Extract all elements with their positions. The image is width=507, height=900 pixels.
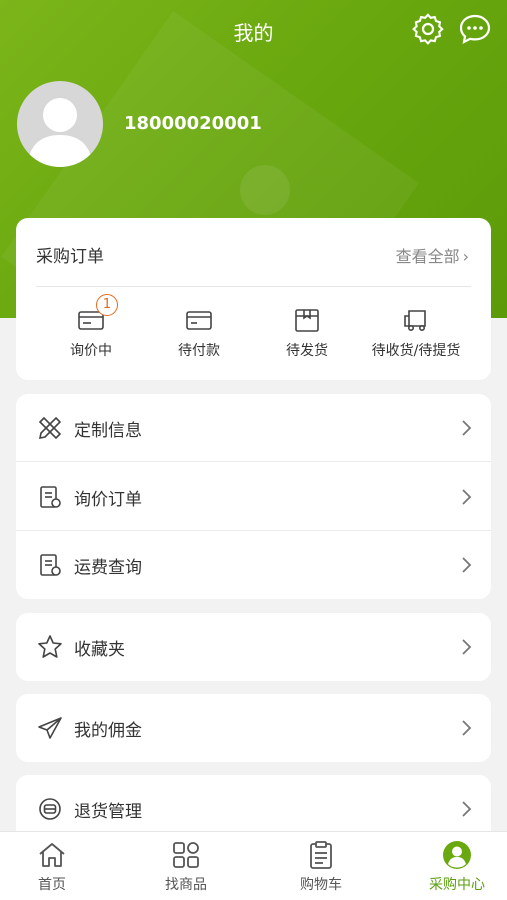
tab-label: 首页 [38,877,66,893]
orders-title: 采购订单 [36,247,104,267]
order-status-label: 待发货 [286,343,328,359]
user-circle-icon [443,841,471,869]
menu-group-commission: 我的佣金 [16,694,491,762]
notification-badge: 1 [96,294,118,316]
tab-purchase-center[interactable]: 采购中心 [394,832,507,900]
divider [36,286,471,287]
user-phone: 18000020001 [124,113,262,134]
settings-icon[interactable] [411,12,445,46]
clipboard-list-icon [310,841,332,869]
user-silhouette-icon [27,98,93,167]
menu-item-shipping-fee[interactable]: 运费查询 [16,531,491,599]
view-all-label: 查看全部 [395,247,460,266]
clipboard-icon [40,554,61,576]
wallet-card-icon [186,311,212,330]
menu-item-commission[interactable]: 我的佣金 [16,694,491,762]
ruler-pencil-icon [38,416,62,440]
menu-item-favorites[interactable]: 收藏夹 [16,613,491,681]
chevron-right-icon [462,720,472,736]
menu-item-inquiry-orders[interactable]: 询价订单 [16,463,491,531]
message-icon[interactable] [458,12,492,46]
chevron-right-icon [462,420,472,436]
order-status-pending-shipment[interactable]: 待发货 [252,306,362,360]
top-bar: 我的 [0,0,507,60]
menu-item-label: 定制信息 [74,421,142,441]
tab-label: 找商品 [165,877,207,893]
database-coin-icon [39,798,61,820]
avatar[interactable] [17,81,103,167]
tab-cart[interactable]: 购物车 [258,832,384,900]
star-icon [38,635,62,658]
order-status-pending-receipt[interactable]: 待收货/待提货 [361,306,471,360]
paper-plane-icon [38,717,62,739]
menu-item-label: 收藏夹 [74,640,125,660]
order-status-label: 询价中 [70,343,112,359]
menu-item-label: 运费查询 [74,558,142,578]
tab-home[interactable]: 首页 [0,832,115,900]
menu-item-custom-info[interactable]: 定制信息 [16,394,491,462]
truck-icon [404,310,426,331]
chevron-right-icon [462,557,472,573]
tab-label: 购物车 [300,877,342,893]
view-all-orders-link[interactable]: 查看全部 › [396,243,469,267]
menu-item-label: 退货管理 [74,802,142,822]
home-icon [39,843,65,867]
order-status-label: 待收货/待提货 [371,343,461,359]
chevron-right-icon: › [462,247,469,266]
menu-group-orders: 定制信息 询价订单 运费查询 [16,394,491,599]
tab-label: 采购中心 [429,877,485,893]
order-status-inquiring[interactable]: 1 询价中 [36,294,146,360]
purchase-orders-card: 采购订单 查看全部 › 1 询价中 待付款 待发货 待收货/待提货 [16,218,491,380]
categories-icon [173,842,199,868]
package-icon [295,309,319,332]
order-status-pending-payment[interactable]: 待付款 [144,306,254,360]
chevron-right-icon [462,639,472,655]
clipboard-icon [40,486,61,508]
menu-item-label: 询价订单 [74,490,142,510]
chevron-right-icon [462,489,472,505]
order-status-label: 待付款 [178,343,220,359]
bottom-tab-bar: 首页 找商品 购物车 采购中心 [0,831,507,900]
tab-find-products[interactable]: 找商品 [123,832,249,900]
menu-item-label: 我的佣金 [74,721,142,741]
menu-group-favorites: 收藏夹 [16,613,491,681]
chevron-right-icon [462,801,472,817]
